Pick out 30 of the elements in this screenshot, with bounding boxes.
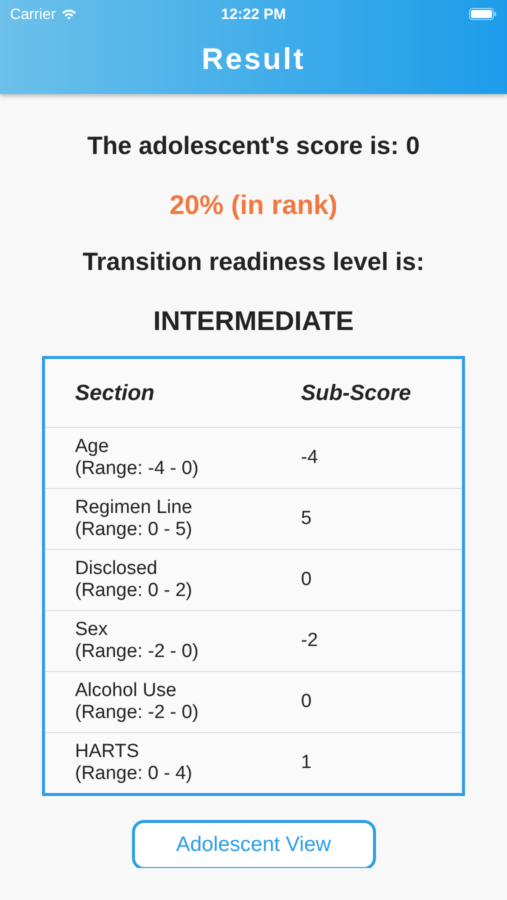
sub-score: 0 bbox=[301, 569, 312, 590]
section-range: (Range: -2 - 0) bbox=[75, 702, 200, 724]
page-title: Result bbox=[200, 42, 306, 78]
wifi-icon bbox=[60, 8, 77, 20]
carrier-text: Carrier bbox=[10, 6, 56, 22]
sub-score: 0 bbox=[301, 691, 312, 712]
section-range: (Range: 0 - 4) bbox=[75, 763, 194, 785]
section-range: (Range: 0 - 2) bbox=[75, 580, 194, 602]
section-range: (Range: 0 - 5) bbox=[75, 519, 194, 541]
status-time: 12:22 PM bbox=[220, 6, 286, 22]
section-name: Disclosed bbox=[75, 558, 158, 580]
rank-text: 20% (in rank) bbox=[169, 190, 338, 222]
section-range: (Range: -2 - 0) bbox=[75, 641, 200, 663]
sub-score: 1 bbox=[301, 752, 312, 773]
column-header: Section bbox=[75, 380, 156, 406]
section-range: (Range: -4 - 0) bbox=[75, 458, 200, 480]
column-header: Sub-Score bbox=[301, 380, 412, 406]
battery-icon bbox=[469, 8, 497, 20]
adolescent-view-button[interactable]: Adolescent View bbox=[132, 820, 376, 868]
readiness-label: Transition readiness level is: bbox=[82, 248, 424, 278]
sub-score: -2 bbox=[301, 630, 318, 651]
sub-score: 5 bbox=[301, 508, 312, 529]
score-text: The adolescent's score is: 0 bbox=[87, 132, 420, 162]
section-name: HARTS bbox=[75, 741, 140, 763]
sub-score: -4 bbox=[301, 447, 318, 468]
readiness-level: INTERMEDIATE bbox=[153, 306, 354, 338]
section-name: Alcohol Use bbox=[75, 680, 178, 702]
section-name: Regimen Line bbox=[75, 497, 194, 519]
section-name: Age bbox=[75, 436, 110, 458]
section-name: Sex bbox=[75, 619, 109, 641]
